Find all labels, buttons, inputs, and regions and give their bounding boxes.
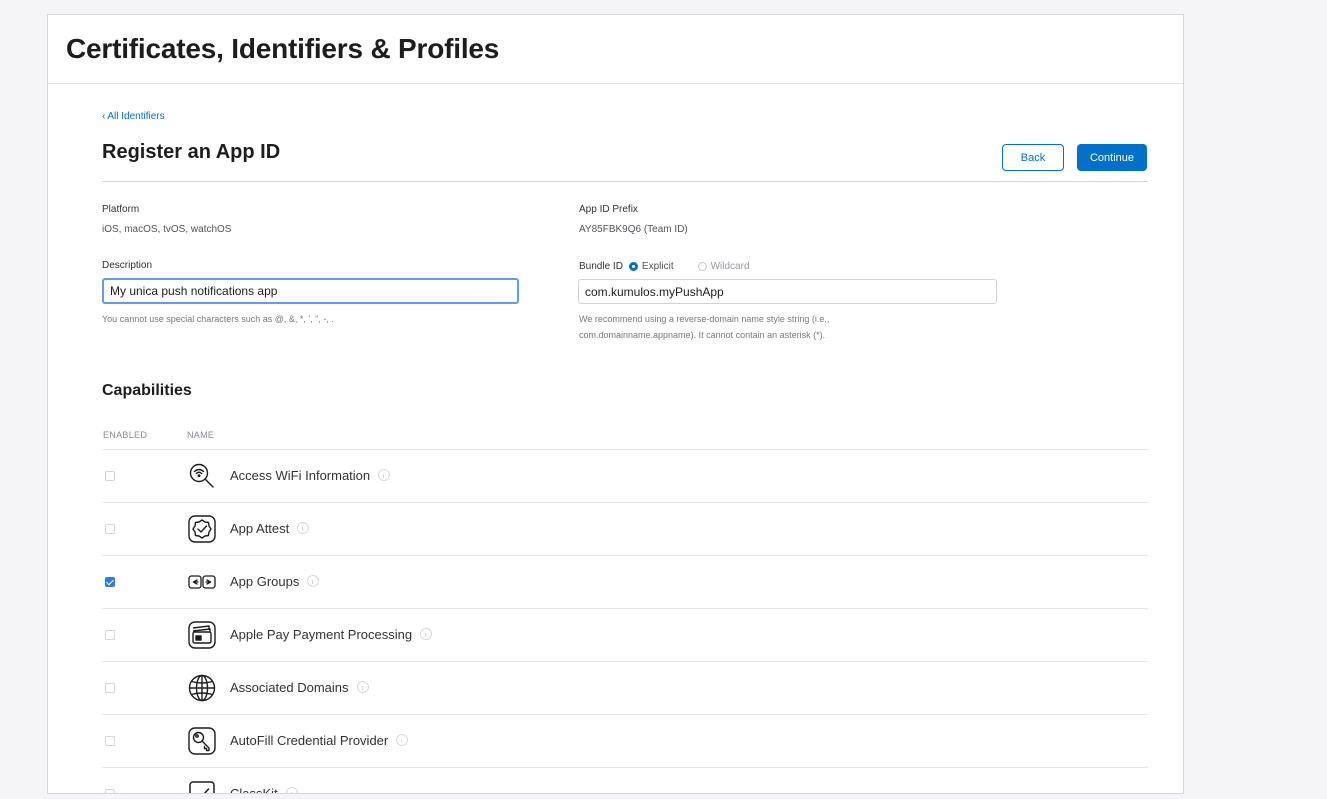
app-id-prefix-value: AY85FBK9Q6 (Team ID)	[579, 224, 688, 235]
capability-name: AutoFill Credential Provider	[230, 733, 409, 748]
chevron-left-icon: ‹	[102, 111, 106, 122]
capability-checkbox-checked[interactable]	[105, 577, 115, 587]
app-groups-icon	[187, 567, 217, 597]
title-divider	[48, 83, 1183, 84]
capability-name-text: Apple Pay Payment Processing	[230, 627, 413, 642]
capability-row-associated-domains: Associated Domains	[102, 661, 1148, 714]
radio-explicit-label: Explicit	[641, 260, 674, 272]
section-title: Register an App ID	[102, 141, 281, 163]
bundle-id-label: Bundle ID	[579, 260, 623, 272]
capability-name: Apple Pay Payment Processing	[230, 627, 433, 642]
column-header-name: NAME	[187, 430, 215, 440]
globe-icon	[187, 673, 217, 703]
capability-checkbox[interactable]	[105, 736, 115, 746]
wallet-card-icon	[187, 620, 217, 650]
bundle-id-input[interactable]	[578, 279, 997, 304]
platform-value: iOS, macOS, tvOS, watchOS	[102, 224, 232, 235]
description-label: Description	[102, 260, 153, 271]
info-icon[interactable]	[420, 628, 433, 640]
info-icon[interactable]	[285, 787, 298, 793]
platform-label: Platform	[102, 204, 140, 215]
capability-checkbox[interactable]	[105, 630, 115, 640]
capabilities-title: Capabilities	[102, 382, 192, 399]
capability-row-classkit: ClassKit	[102, 767, 1148, 794]
bundle-id-label-row: Bundle ID Explicit Wildcard	[579, 259, 750, 273]
capability-name-text: App Attest	[230, 521, 290, 536]
bundle-id-wildcard-option[interactable]: Wildcard	[697, 260, 750, 272]
description-input[interactable]	[102, 278, 519, 304]
bundle-id-explicit-option[interactable]: Explicit	[628, 260, 674, 272]
app-attest-badge-icon	[187, 514, 217, 544]
capability-name-text: Associated Domains	[230, 680, 349, 695]
info-icon[interactable]	[297, 522, 310, 534]
bundle-id-help-line1: We recommend using a reverse-domain name…	[579, 314, 830, 324]
capability-name: Access WiFi Information	[230, 468, 391, 483]
classkit-checkbox-icon	[187, 779, 217, 793]
capability-checkbox[interactable]	[105, 471, 115, 481]
capability-name: ClassKit	[230, 786, 298, 794]
capability-name-text: ClassKit	[230, 786, 278, 794]
capability-name-text: Access WiFi Information	[230, 468, 371, 483]
page-title: Certificates, Identifiers & Profiles	[66, 33, 500, 64]
capability-name-text: AutoFill Credential Provider	[230, 733, 389, 748]
info-icon[interactable]	[307, 575, 320, 587]
capability-checkbox[interactable]	[105, 789, 115, 793]
capability-name: App Attest	[230, 521, 310, 536]
info-icon[interactable]	[378, 469, 391, 481]
capability-checkbox[interactable]	[105, 524, 115, 534]
key-icon	[187, 726, 217, 756]
capability-name: App Groups	[230, 574, 320, 589]
breadcrumb-all-identifiers[interactable]: ‹ All Identifiers	[102, 111, 165, 122]
wifi-search-icon	[187, 461, 217, 491]
radio-wildcard-label: Wildcard	[710, 260, 750, 272]
column-header-enabled: ENABLED	[103, 430, 148, 440]
main-panel: Certificates, Identifiers & Profiles ‹ Al…	[47, 14, 1184, 794]
radio-wildcard[interactable]	[697, 261, 707, 271]
capabilities-list: Access WiFi Information App Attest App G…	[102, 449, 1148, 794]
back-button[interactable]: Back	[1002, 144, 1064, 171]
breadcrumb-label: All Identifiers	[107, 111, 165, 122]
continue-button[interactable]: Continue	[1077, 144, 1147, 171]
capability-row-access-wifi: Access WiFi Information	[102, 449, 1148, 502]
section-divider	[102, 181, 1148, 182]
capability-name-text: App Groups	[230, 574, 300, 589]
capability-name: Associated Domains	[230, 680, 369, 695]
app-id-prefix-label: App ID Prefix	[579, 204, 638, 215]
bundle-id-help-line2: com.domainname.appname). It cannot conta…	[579, 330, 826, 340]
info-icon[interactable]	[356, 681, 369, 693]
capability-row-app-groups: App Groups	[102, 555, 1148, 608]
description-help-text: You cannot use special characters such a…	[102, 314, 334, 324]
capability-row-app-attest: App Attest	[102, 502, 1148, 555]
capability-checkbox[interactable]	[105, 683, 115, 693]
capability-row-autofill: AutoFill Credential Provider	[102, 714, 1148, 767]
radio-explicit[interactable]	[628, 261, 638, 271]
info-icon[interactable]	[396, 734, 409, 746]
capability-row-apple-pay: Apple Pay Payment Processing	[102, 608, 1148, 661]
